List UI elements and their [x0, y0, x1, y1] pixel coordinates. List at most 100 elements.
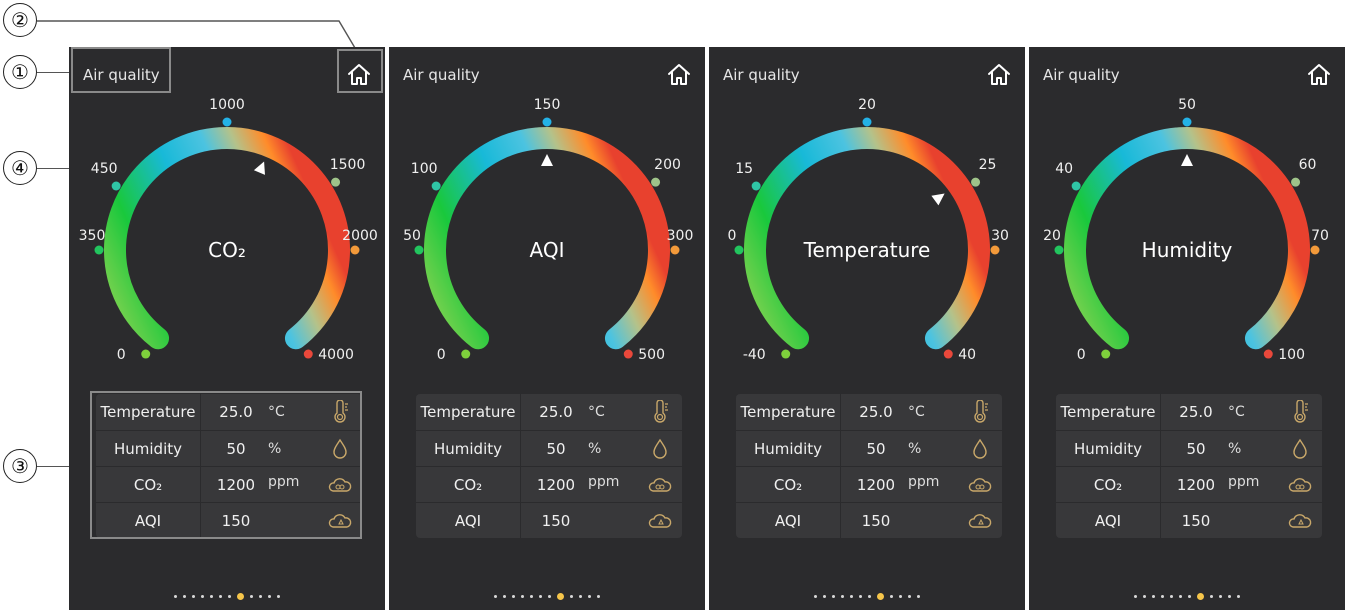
table-row: AQI 150	[1056, 502, 1322, 539]
reading-value: 1200	[1176, 476, 1216, 494]
page-dot[interactable]	[268, 595, 271, 598]
gauge-tick-dot	[990, 245, 1000, 255]
reading-value: 1200	[856, 476, 896, 494]
callout-3: ③	[3, 449, 37, 483]
page-dot[interactable]	[1152, 595, 1155, 598]
gauge-tick-dot	[222, 117, 232, 127]
page-dot[interactable]	[859, 595, 862, 598]
page-dot[interactable]	[570, 595, 573, 598]
page-dot-active[interactable]	[237, 593, 244, 600]
gauge-tick-dot	[1071, 181, 1081, 191]
page-dot[interactable]	[908, 595, 911, 598]
page-dot[interactable]	[539, 595, 542, 598]
page-dot[interactable]	[521, 595, 524, 598]
droplet-icon	[648, 437, 672, 461]
air-quality-panel: Air quality 0 50 100 150 200 300 500 AQI Temper…	[389, 47, 705, 610]
page-indicator[interactable]	[69, 586, 385, 600]
reading-unit: ppm	[588, 474, 620, 490]
gauge-tick-label: 20	[1043, 228, 1061, 244]
page-dot[interactable]	[494, 595, 497, 598]
page-dot[interactable]	[850, 595, 853, 598]
page-dot[interactable]	[219, 595, 222, 598]
page-dot[interactable]	[1210, 595, 1213, 598]
readings-table: Temperature 25.0 °C Humidity 50 % CO₂ 12…	[416, 394, 682, 539]
page-dot[interactable]	[823, 595, 826, 598]
page-indicator[interactable]	[1029, 586, 1345, 600]
gauge: 0 50 100 150 200 300 500 AQI	[403, 97, 694, 363]
page-dot[interactable]	[259, 595, 262, 598]
page-dot[interactable]	[503, 595, 506, 598]
page-dot[interactable]	[530, 595, 533, 598]
gauge-tick-dot	[1054, 245, 1064, 255]
page-dot[interactable]	[917, 595, 920, 598]
page-dot[interactable]	[1134, 595, 1137, 598]
gauge-tick-dot	[623, 349, 633, 359]
page-dot[interactable]	[192, 595, 195, 598]
home-icon[interactable]	[1305, 61, 1333, 89]
page-title: Air quality	[403, 66, 480, 84]
table-row: CO₂ 1200 ppm	[416, 466, 682, 503]
page-dot[interactable]	[868, 595, 871, 598]
page-dot[interactable]	[1219, 595, 1222, 598]
gauge-tick-dot	[331, 177, 341, 187]
gauge-tick-label: 70	[1311, 228, 1329, 244]
aqi-cloud-icon	[648, 509, 672, 533]
page-dot[interactable]	[814, 595, 817, 598]
gauge-tick-dot	[1310, 245, 1320, 255]
page-dot[interactable]	[841, 595, 844, 598]
reading-value: 25.0	[859, 403, 893, 421]
page-dot[interactable]	[1161, 595, 1164, 598]
page-dot[interactable]	[250, 595, 253, 598]
aqi-cloud-icon	[968, 509, 992, 533]
reading-value: 25.0	[539, 403, 573, 421]
gauge-tick-dot	[1263, 349, 1273, 359]
gauge-tick-label: 15	[735, 161, 753, 177]
page-dot[interactable]	[512, 595, 515, 598]
reading-unit	[908, 503, 948, 539]
gauge-tick-dot	[461, 349, 471, 359]
page-dot-active[interactable]	[557, 593, 564, 600]
page-dot[interactable]	[597, 595, 600, 598]
gauge-tick-dot	[94, 245, 104, 255]
page-dot[interactable]	[1237, 595, 1240, 598]
gauge-tick-label: 30	[991, 228, 1009, 244]
page-dot[interactable]	[210, 595, 213, 598]
home-icon[interactable]	[665, 61, 693, 89]
gauge-tick-dot	[350, 245, 360, 255]
page-dot[interactable]	[277, 595, 280, 598]
droplet-icon	[1288, 437, 1312, 461]
page-dot[interactable]	[1170, 595, 1173, 598]
reading-value: 25.0	[1179, 403, 1213, 421]
page-dot[interactable]	[548, 595, 551, 598]
gauge-tick-label: 50	[1178, 97, 1196, 113]
gauge-tick-dot	[734, 245, 744, 255]
aqi-cloud-icon	[1288, 509, 1312, 533]
page-dot[interactable]	[588, 595, 591, 598]
page-dot[interactable]	[228, 595, 231, 598]
page-dot[interactable]	[1228, 595, 1231, 598]
page-indicator[interactable]	[389, 586, 705, 600]
table-row: Temperature 25.0 °C	[416, 394, 682, 430]
page-dot[interactable]	[579, 595, 582, 598]
home-icon[interactable]	[985, 61, 1013, 89]
gauge-tick-label: 1500	[330, 157, 366, 173]
gauge-pointer	[541, 154, 553, 166]
page-dot-active[interactable]	[877, 593, 884, 600]
reading-value: 50	[866, 440, 886, 458]
page-indicator[interactable]	[709, 586, 1025, 600]
page-dot[interactable]	[1188, 595, 1191, 598]
reading-name: CO₂	[736, 467, 841, 503]
page-dot[interactable]	[174, 595, 177, 598]
page-dot[interactable]	[1143, 595, 1146, 598]
page-dot-active[interactable]	[1197, 593, 1204, 600]
page-dot[interactable]	[1179, 595, 1182, 598]
page-dot[interactable]	[832, 595, 835, 598]
page-dot[interactable]	[899, 595, 902, 598]
page-dot[interactable]	[890, 595, 893, 598]
reading-name: AQI	[416, 503, 521, 539]
gauge-tick-label: 300	[667, 228, 694, 244]
gauge-tick-dot	[670, 245, 680, 255]
reading-name: Temperature	[736, 394, 841, 430]
page-dot[interactable]	[201, 595, 204, 598]
page-dot[interactable]	[183, 595, 186, 598]
